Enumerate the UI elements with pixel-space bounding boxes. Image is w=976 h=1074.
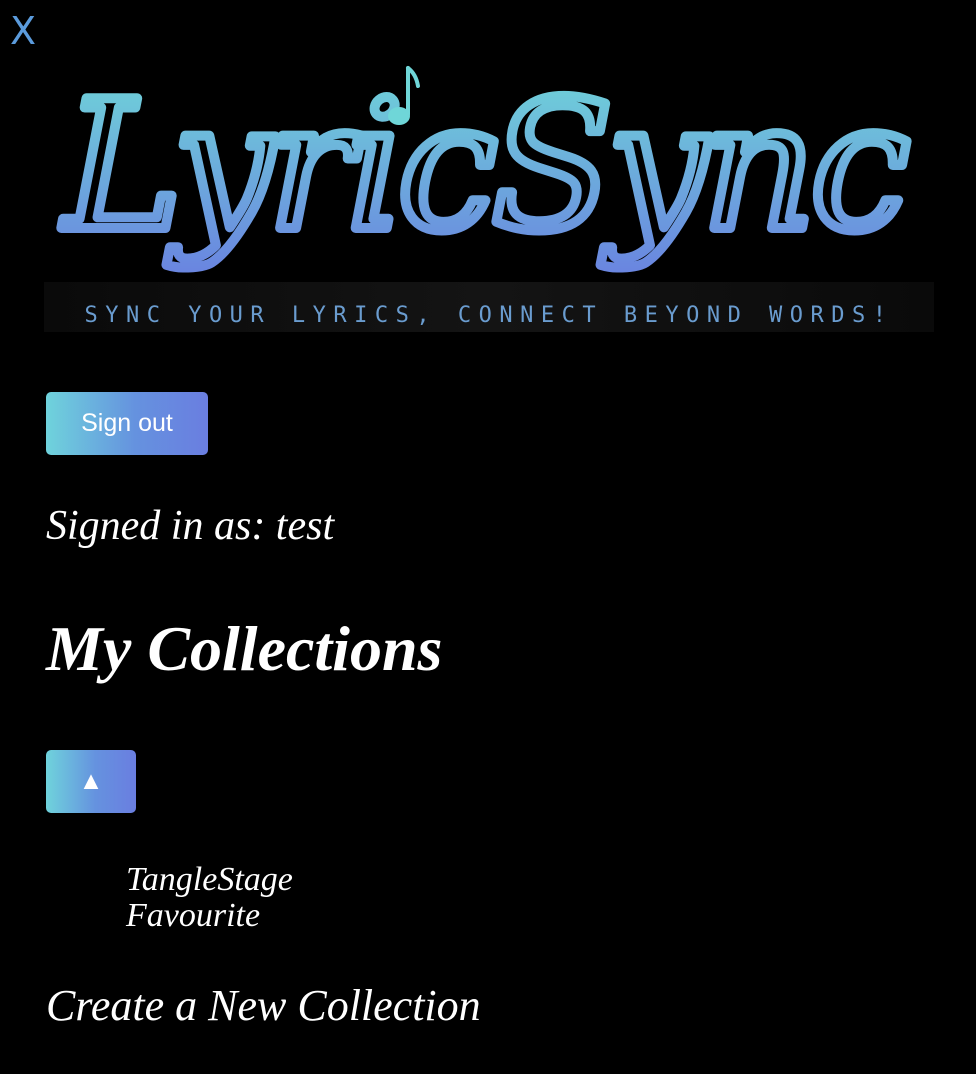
triangle-up-icon: ▲ (78, 767, 104, 795)
sign-out-button[interactable]: Sign out (46, 392, 208, 455)
collapse-collections-button[interactable]: ▲ (46, 750, 136, 813)
collection-list: TangleStage Favourite (126, 862, 293, 934)
create-collection-link[interactable]: Create a New Collection (46, 980, 481, 1031)
close-icon[interactable]: X (10, 8, 44, 54)
page-title: My Collections (46, 613, 443, 684)
logo: LyricSync SYNC YOUR LYRICS, CONNECT BEYO… (44, 60, 934, 340)
signed-in-label: Signed in as: test (46, 503, 335, 549)
collection-item[interactable]: Favourite (126, 898, 293, 934)
logo-tagline: SYNC YOUR LYRICS, CONNECT BEYOND WORDS! (84, 303, 893, 328)
logo-wordmark: LyricSync (61, 63, 914, 270)
collection-item[interactable]: TangleStage (126, 862, 293, 898)
